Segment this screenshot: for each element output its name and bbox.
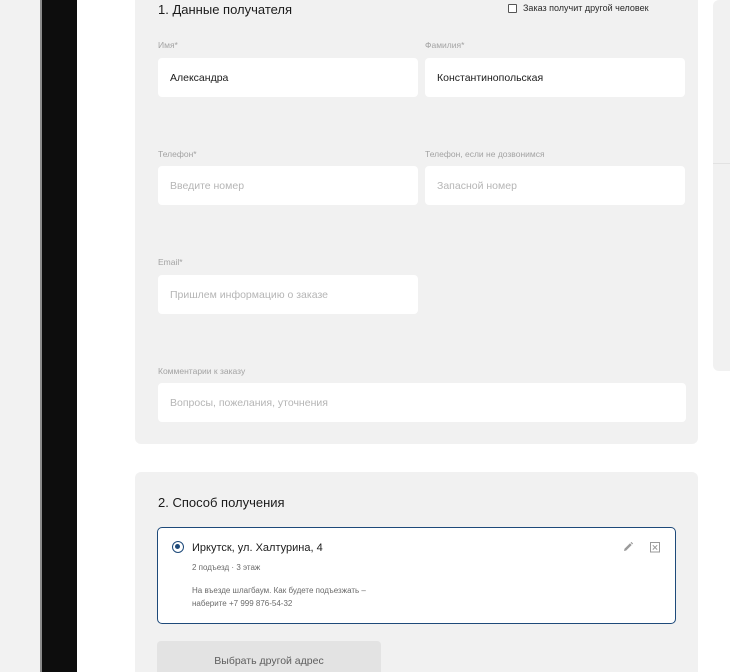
- last-name-value: Константинопольская: [437, 71, 544, 84]
- phone-input[interactable]: Введите номер: [158, 166, 418, 205]
- backup-phone-input[interactable]: Запасной номер: [425, 166, 685, 205]
- phone-label: Телефон*: [158, 149, 197, 159]
- pencil-icon[interactable]: [621, 540, 635, 554]
- phone-placeholder: Введите номер: [170, 179, 245, 192]
- email-input[interactable]: Пришлем информацию о заказе: [158, 275, 418, 314]
- comment-input[interactable]: Вопросы, пожелания, уточнения: [158, 383, 686, 422]
- first-name-value: Александра: [170, 71, 229, 84]
- other-person-checkbox[interactable]: [508, 3, 517, 13]
- last-name-input[interactable]: Константинопольская: [425, 58, 685, 97]
- address-radio[interactable]: [172, 541, 184, 553]
- last-name-label: Фамилия*: [425, 40, 465, 50]
- left-background: [0, 0, 40, 672]
- order-summary-divider: [713, 163, 730, 164]
- address-note-line2: наберите +7 999 876-54-32: [192, 599, 293, 608]
- other-person-checkbox-row[interactable]: Заказ получит другой человек: [508, 3, 649, 13]
- comment-placeholder: Вопросы, пожелания, уточнения: [170, 396, 328, 409]
- comment-label: Комментарии к заказу: [158, 366, 246, 376]
- first-name-input[interactable]: Александра: [158, 58, 418, 97]
- email-placeholder: Пришлем информацию о заказе: [170, 288, 328, 301]
- address-note-line1: На въезде шлагбаум. Как будете подъезжат…: [192, 586, 366, 595]
- order-summary-panel: [713, 0, 730, 371]
- delivery-section-title: 2. Способ получения: [158, 495, 285, 510]
- email-label: Email*: [158, 257, 183, 267]
- address-option-selected[interactable]: Иркутск, ул. Халтурина, 4 2 подъезд · 3 …: [157, 527, 676, 624]
- choose-other-address-button[interactable]: Выбрать другой адрес: [157, 641, 381, 672]
- first-name-label: Имя*: [158, 40, 178, 50]
- address-details: 2 подъезд · 3 этаж: [192, 563, 261, 572]
- backup-phone-label: Телефон, если не дозвонимся: [425, 149, 545, 159]
- other-person-label: Заказ получит другой человек: [523, 3, 649, 13]
- recipient-section-title: 1. Данные получателя: [158, 2, 293, 17]
- delete-box-icon[interactable]: [648, 540, 662, 554]
- address-title: Иркутск, ул. Халтурина, 4: [192, 542, 323, 554]
- left-dark-panel: [42, 0, 77, 672]
- backup-phone-placeholder: Запасной номер: [437, 179, 517, 192]
- address-note: На въезде шлагбаум. Как будете подъезжат…: [192, 584, 366, 610]
